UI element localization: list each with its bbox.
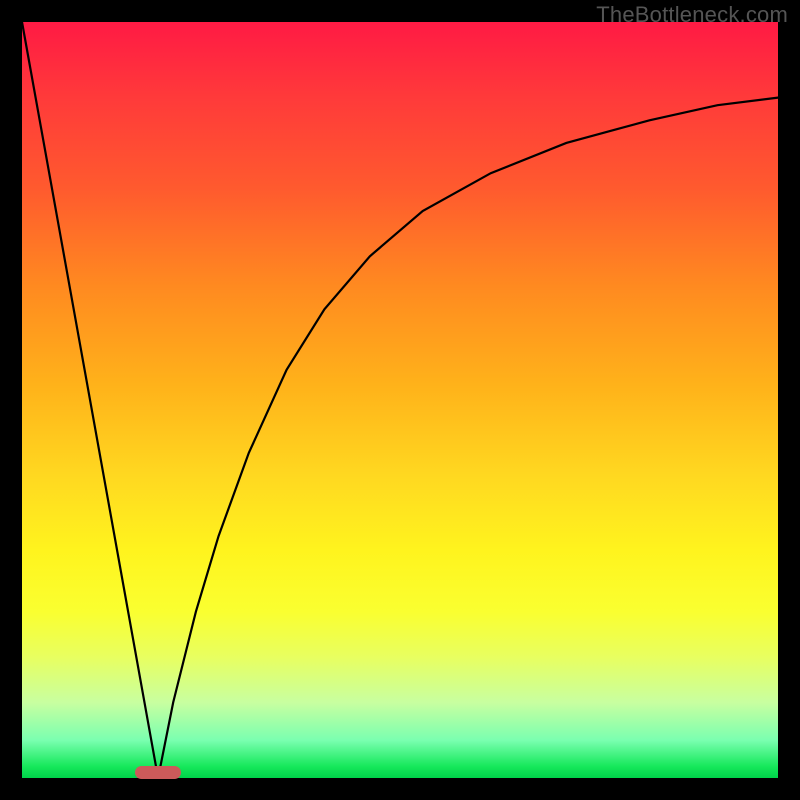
curve-layer (22, 22, 778, 778)
left-line (22, 22, 158, 778)
plot-area (22, 22, 778, 778)
chart-frame: TheBottleneck.com (0, 0, 800, 800)
right-curve (158, 98, 778, 778)
bottleneck-marker (135, 766, 180, 779)
watermark-text: TheBottleneck.com (596, 2, 788, 28)
